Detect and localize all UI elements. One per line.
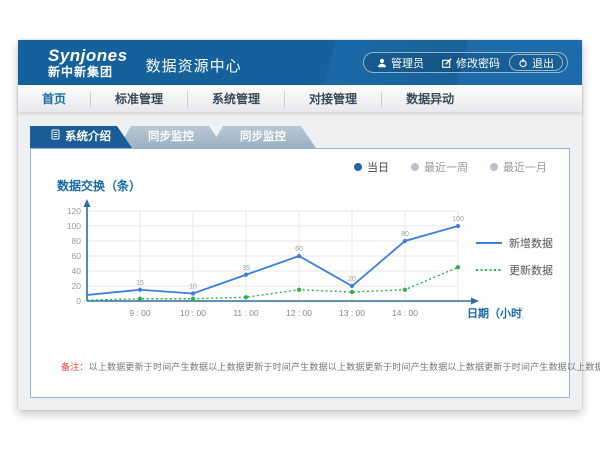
chart-y-axis-title: 数据交换（条） (57, 177, 569, 195)
svg-text:10: 10 (189, 284, 197, 291)
svg-text:10 : 00: 10 : 00 (180, 308, 206, 318)
tab-system-intro[interactable]: 系统介绍 (30, 126, 132, 148)
legend-item-update-data: 更新数据 (476, 262, 553, 278)
filter-today-label: 当日 (367, 159, 389, 175)
svg-text:60: 60 (295, 246, 303, 253)
chart-legend: 新增数据 更新数据 (476, 235, 553, 278)
svg-text:0: 0 (76, 296, 81, 306)
legend-new-data-label: 新增数据 (509, 235, 553, 251)
svg-text:20: 20 (72, 281, 82, 291)
tab-sync-monitor-2-label: 同步监控 (240, 126, 286, 148)
nav-item-data-change[interactable]: 数据异动 (382, 91, 478, 107)
tab-sync-monitor-1[interactable]: 同步监控 (118, 126, 224, 148)
nav-item-standard-mgmt[interactable]: 标准管理 (91, 91, 188, 107)
edit-icon (442, 58, 452, 68)
user-icon (377, 58, 387, 68)
change-password-label: 修改密码 (456, 55, 500, 71)
radio-icon (411, 163, 419, 171)
radio-icon (490, 163, 498, 171)
svg-text:9 : 00: 9 : 00 (129, 308, 151, 318)
filter-today[interactable]: 当日 (354, 158, 389, 175)
content-panel: 当日 最近一周 最近一月 数据交换（条） 0 20 40 60 80 100 120 9 : … (30, 148, 570, 398)
tab-bar: 系统介绍 同步监控 同步监控 (30, 126, 582, 148)
svg-text:120: 120 (67, 206, 81, 216)
filter-last-month-label: 最近一月 (503, 159, 547, 175)
svg-text:40: 40 (72, 266, 82, 276)
logout-button[interactable]: 退出 (509, 54, 563, 71)
screenshot-canvas: Synjones 新中新集团 数据资源中心 管理员 修改密码 (0, 0, 600, 450)
svg-text:80: 80 (72, 236, 82, 246)
brand-name: Synjones (48, 47, 128, 64)
document-icon (51, 126, 60, 148)
main-nav: 首页 标准管理 系统管理 对接管理 数据异动 (18, 85, 582, 112)
filter-last-month[interactable]: 最近一月 (490, 158, 547, 175)
footnote-label: 备注： (61, 362, 89, 372)
svg-text:100: 100 (452, 216, 464, 223)
tab-sync-monitor-2[interactable]: 同步监控 (210, 126, 316, 148)
chart-canvas: 0 20 40 60 80 100 120 9 : 00 10 : 00 11 : 00 12 : … (53, 195, 523, 327)
svg-text:80: 80 (401, 231, 409, 238)
svg-text:14 : 00: 14 : 00 (392, 308, 418, 318)
company-name: 新中新集团 (48, 66, 128, 78)
nav-item-system-mgmt[interactable]: 系统管理 (188, 91, 285, 107)
legend-item-new-data: 新增数据 (476, 235, 553, 251)
svg-text:13 : 00: 13 : 00 (339, 308, 365, 318)
solid-line-swatch (476, 239, 502, 247)
tab-sync-monitor-1-label: 同步监控 (148, 126, 194, 148)
svg-text:日期（小时）: 日期（小时） (467, 306, 523, 320)
radio-selected-icon (354, 163, 362, 171)
footnote: 备注：以上数据更新于时间产生数据以上数据更新于时间产生数据以上数据更新于时间产生… (61, 360, 569, 373)
page-title: 数据资源中心 (146, 55, 242, 76)
svg-text:35: 35 (242, 265, 250, 272)
dotted-line-swatch (476, 266, 502, 274)
svg-text:11 : 00: 11 : 00 (233, 308, 259, 318)
tab-system-intro-label: 系统介绍 (65, 126, 111, 148)
nav-item-interface-mgmt[interactable]: 对接管理 (285, 91, 382, 107)
app-header: Synjones 新中新集团 数据资源中心 管理员 修改密码 (18, 40, 582, 85)
svg-text:60: 60 (72, 251, 82, 261)
filter-last-week[interactable]: 最近一周 (411, 158, 468, 175)
logout-icon (518, 58, 528, 68)
user-actions: 管理员 修改密码 退出 (363, 52, 568, 73)
company-logo: Synjones 新中新集团 (48, 47, 128, 78)
svg-text:100: 100 (67, 221, 81, 231)
change-password-button[interactable]: 修改密码 (433, 55, 509, 71)
nav-item-home[interactable]: 首页 (18, 91, 91, 107)
admin-button[interactable]: 管理员 (368, 55, 433, 71)
filter-last-week-label: 最近一周 (424, 159, 468, 175)
legend-update-data-label: 更新数据 (509, 262, 553, 278)
svg-text:20: 20 (348, 276, 356, 283)
footnote-text: 以上数据更新于时间产生数据以上数据更新于时间产生数据以上数据更新于时间产生数据以… (89, 362, 600, 372)
admin-label: 管理员 (391, 55, 424, 71)
logout-label: 退出 (532, 55, 554, 71)
app-window: Synjones 新中新集团 数据资源中心 管理员 修改密码 (18, 40, 582, 410)
svg-text:15: 15 (136, 280, 144, 287)
svg-text:12 : 00: 12 : 00 (286, 308, 312, 318)
time-range-filters: 当日 最近一周 最近一月 (31, 149, 569, 175)
